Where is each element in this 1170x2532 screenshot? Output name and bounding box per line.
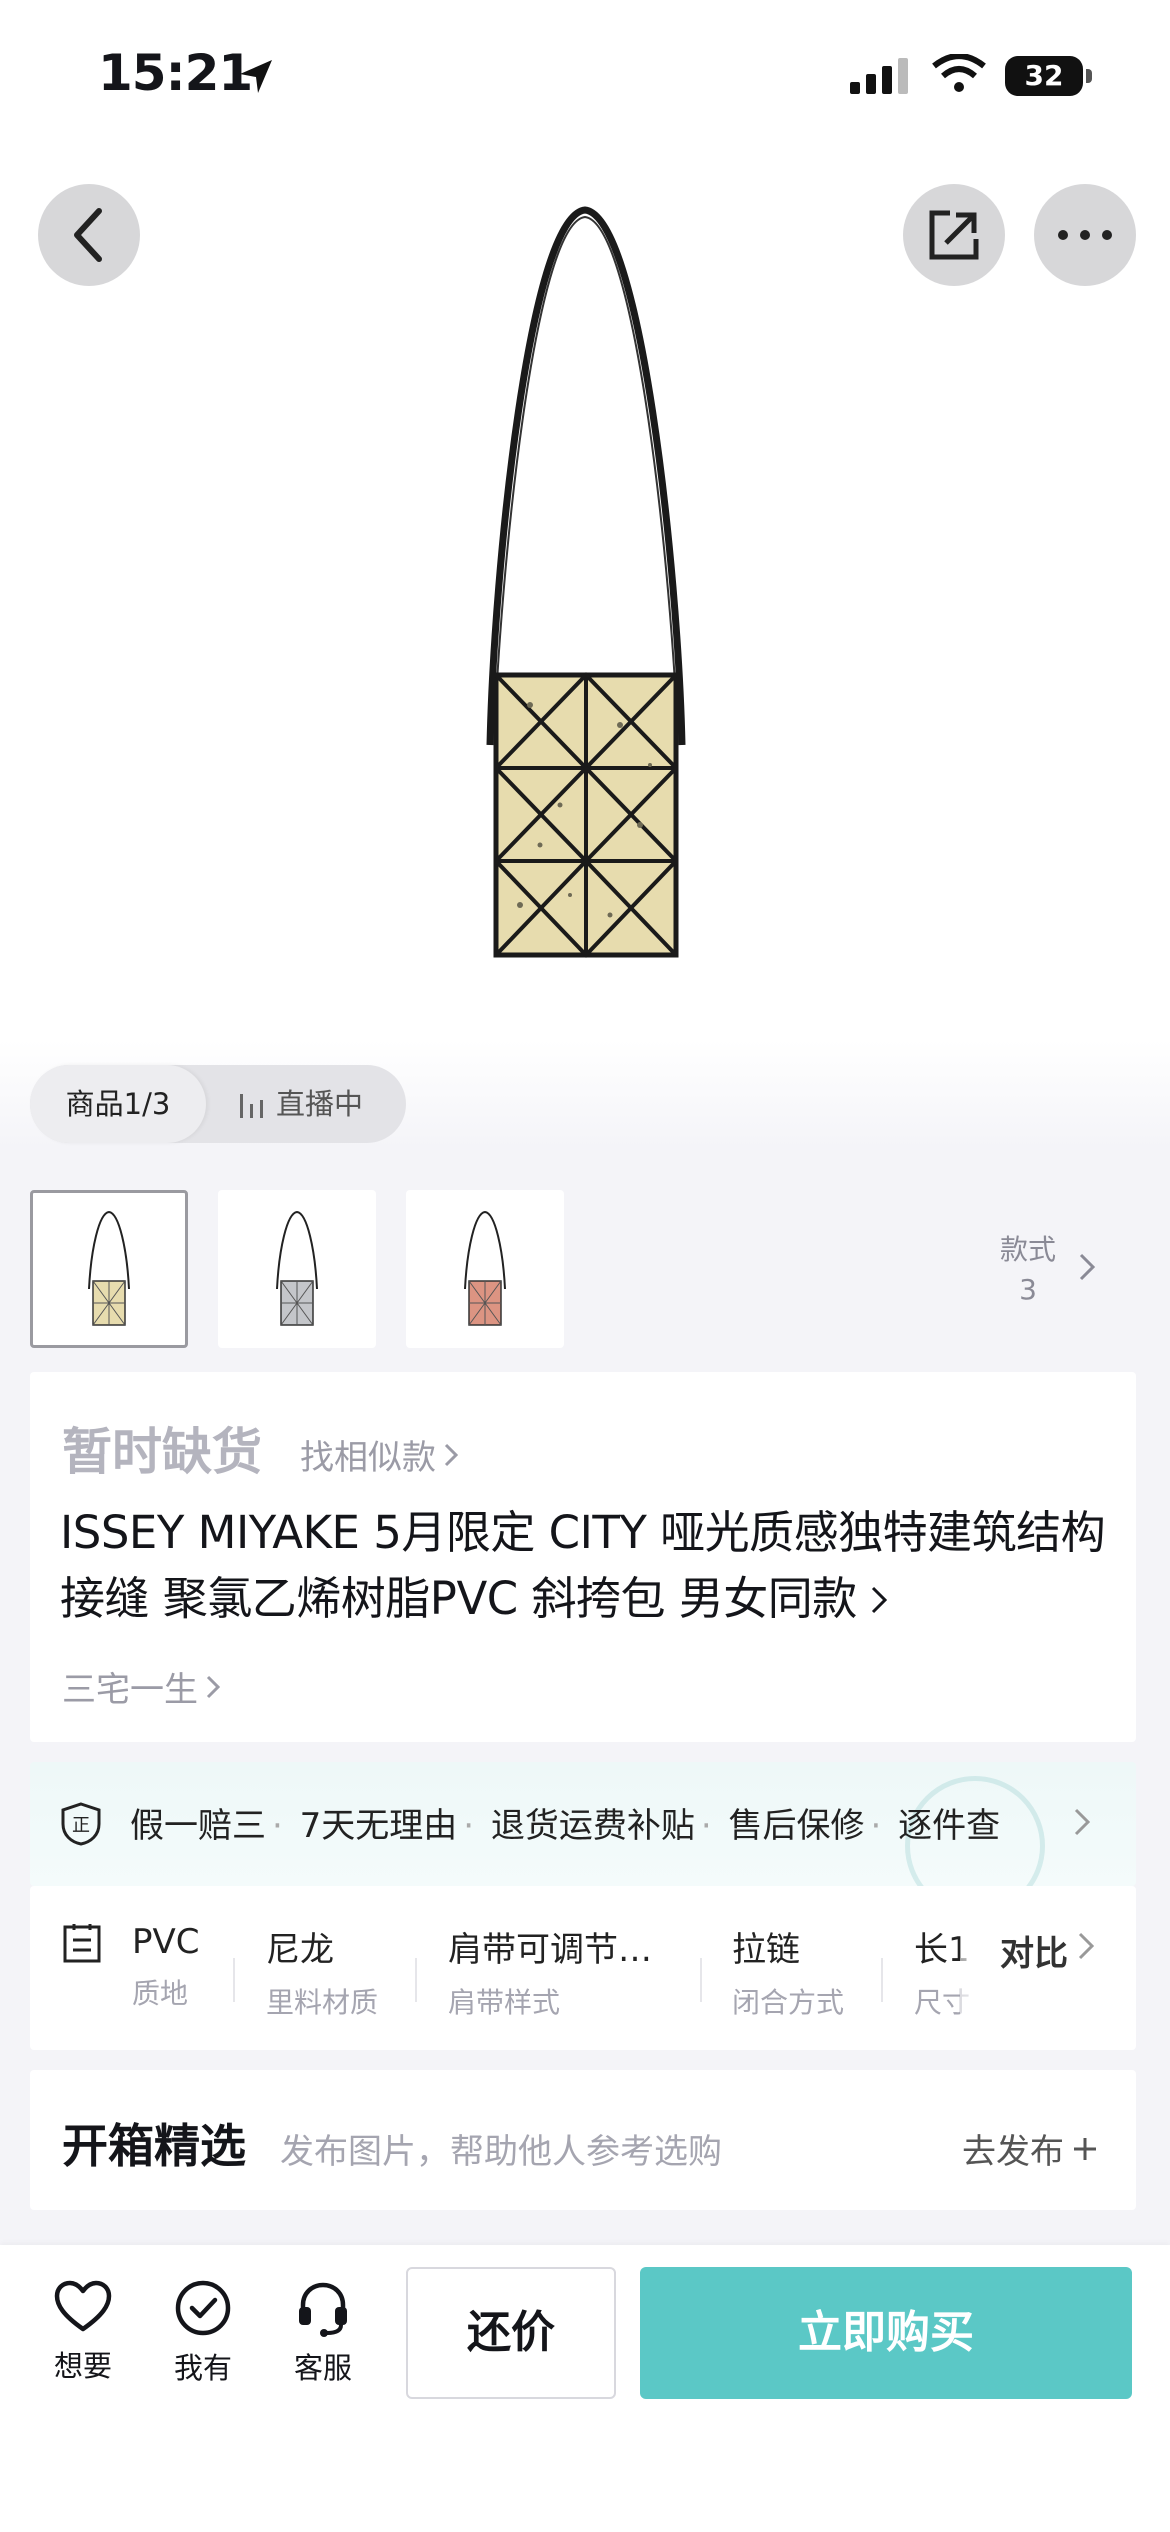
status-bar: 15:21 32 (0, 0, 1170, 150)
plus-icon (1074, 2137, 1096, 2160)
unboxing-subtitle: 发布图片，帮助他人参考选购 (280, 2132, 722, 2172)
headset-icon (299, 2282, 347, 2337)
chevron-left-icon (74, 208, 102, 262)
product-title-text: ISSEY MIYAKE 5月限定 CITY 哑光质感独特建筑结构接缝 聚氯乙烯… (60, 1506, 1106, 1625)
battery-cap (1086, 69, 1092, 83)
guarantee-item: 退货运费补贴 (490, 1806, 695, 1846)
spec-sheet-icon (63, 1924, 101, 1963)
spec-divider (700, 1958, 702, 2002)
spec-item: PVC 质地 (132, 1922, 200, 2010)
stock-status: 暂时缺货 (62, 1423, 262, 1481)
location-arrow-icon (240, 60, 272, 93)
chevron-right-icon (444, 1443, 458, 1466)
live-label: 直播中 (276, 1087, 364, 1121)
chevron-right-icon (1078, 1932, 1094, 1960)
unboxing-section: 开箱精选 发布图片，帮助他人参考选购 去发布 (30, 2070, 1136, 2210)
style-count-button[interactable]: 款式 3 (1000, 1230, 1056, 1310)
guarantee-item: 售后保修 (728, 1806, 865, 1846)
heart-icon (54, 2280, 112, 2332)
check-circle-icon (175, 2280, 231, 2336)
chevron-right-icon (1079, 1253, 1096, 1281)
product-title[interactable]: ISSEY MIYAKE 5月限定 CITY 哑光质感独特建筑结构接缝 聚氯乙烯… (60, 1500, 1120, 1632)
brand-name: 三宅一生 (62, 1670, 198, 1710)
live-tab[interactable]: 直播中 (240, 1065, 363, 1143)
style-thumb-grey[interactable] (218, 1190, 376, 1348)
service-label: 客服 (293, 2351, 352, 2385)
style-thumb-yellow[interactable] (30, 1190, 188, 1348)
product-info-card: 暂时缺货 找相似款 ISSEY MIYAKE 5月限定 CITY 哑光质感独特建… (30, 1372, 1136, 1742)
spec-item: 尼龙 里料材质 (266, 1930, 379, 2019)
buy-now-button[interactable]: 立即购买 (640, 2267, 1132, 2399)
brand-link[interactable]: 三宅一生 (62, 1662, 220, 1711)
bag-thumb-image (88, 1210, 130, 1326)
style-count: 3 (1019, 1273, 1037, 1306)
style-label: 款式 (1000, 1233, 1057, 1266)
live-bars-icon (240, 1094, 263, 1118)
compare-label: 对比 (1000, 1934, 1068, 1974)
chevron-right-icon (1074, 1808, 1090, 1836)
have-label: 我有 (173, 2351, 232, 2385)
post-photo-label: 去发布 (962, 2132, 1064, 2172)
guarantee-shield-icon: 正 (61, 1802, 101, 1846)
bargain-button[interactable]: 还价 (406, 2267, 616, 2399)
gallery-counter[interactable]: 商品1/3 (30, 1065, 206, 1143)
status-time: 15:21 (98, 44, 253, 102)
customer-service-button[interactable]: 客服 (278, 2279, 368, 2387)
share-icon (929, 210, 979, 260)
guarantee-item: 7天无理由 (299, 1806, 458, 1846)
chevron-right-icon (871, 1586, 887, 1614)
gallery-pill[interactable]: 商品1/3 直播中 (30, 1065, 406, 1143)
want-button[interactable]: 想要 (38, 2279, 128, 2385)
style-thumb-pink[interactable] (406, 1190, 564, 1348)
guarantee-item: 逐件查 (898, 1806, 1001, 1846)
guarantee-bar[interactable]: 正 假一赔三 · 7天无理由 · 退货运费补贴 · 售后保修 · 逐件查 (30, 1762, 1136, 1886)
product-hero[interactable] (0, 0, 1170, 1150)
guarantee-list: 假一赔三 · 7天无理由 · 退货运费补贴 · 售后保修 · 逐件查 (130, 1806, 1001, 1846)
bag-thumb-image (464, 1210, 506, 1326)
find-similar-label: 找相似款 (300, 1438, 436, 1478)
more-icon (1058, 230, 1112, 240)
spec-divider (415, 1958, 417, 2002)
share-button[interactable] (903, 184, 1005, 286)
wifi-icon (932, 54, 986, 92)
spec-divider (233, 1958, 235, 2002)
product-image (486, 206, 686, 958)
battery-icon: 32 (1005, 56, 1083, 96)
unboxing-title: 开箱精选 (62, 2119, 246, 2173)
want-label: 想要 (53, 2349, 112, 2383)
svg-text:正: 正 (72, 1815, 90, 1836)
spec-divider (881, 1958, 883, 2002)
guarantee-item: 假一赔三 (130, 1806, 266, 1846)
find-similar-link[interactable]: 找相似款 (300, 1430, 458, 1479)
bag-thumb-image (276, 1210, 318, 1326)
have-button[interactable]: 我有 (158, 2279, 248, 2387)
back-button[interactable] (38, 184, 140, 286)
compare-button[interactable]: 对比 (960, 1916, 1136, 2020)
spec-item: 肩带可调节… 肩带样式 (448, 1930, 652, 2019)
specs-bar[interactable]: PVC 质地 尼龙 里料材质 肩带可调节… 肩带样式 拉链 闭合方式 长1 尺寸 对比 (30, 1886, 1136, 2050)
signal-icon (850, 58, 908, 94)
spec-item: 拉链 闭合方式 (732, 1930, 845, 2019)
more-button[interactable] (1034, 184, 1136, 286)
bottom-action-bar: 想要 我有 客服 还价 立即购买 (0, 2245, 1170, 2532)
post-photo-button[interactable]: 去发布 (962, 2124, 1098, 2173)
chevron-right-icon (206, 1675, 220, 1698)
